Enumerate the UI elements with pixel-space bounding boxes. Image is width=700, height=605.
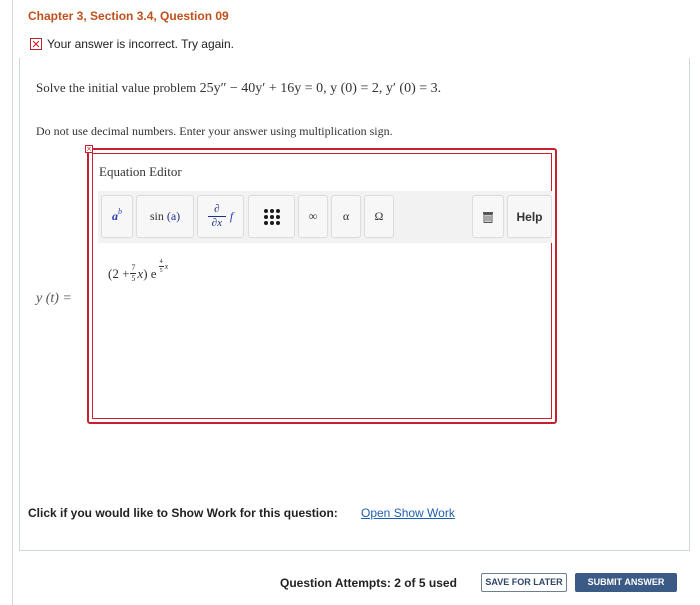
equation-editor-body: Equation Editor ab sin (a) ∂ ∂x f ∞ α Ω … bbox=[92, 153, 552, 419]
incorrect-icon: ✕ bbox=[30, 38, 42, 51]
equation-editor-title: Equation Editor bbox=[99, 164, 182, 179]
answer-frac1-num: 7 bbox=[131, 263, 136, 272]
editor-close-icon[interactable]: × bbox=[85, 145, 93, 153]
equation-toolbar: ab sin (a) ∂ ∂x f ∞ α Ω Help bbox=[98, 191, 552, 243]
omega-button[interactable]: Ω bbox=[364, 195, 394, 238]
superscript-exp: b bbox=[118, 207, 122, 216]
answer-label: y (t) = bbox=[36, 291, 72, 306]
answer-frac1-den: 5 bbox=[131, 274, 136, 283]
page-title: Chapter 3, Section 3.4, Question 09 bbox=[28, 9, 229, 23]
answer-frac1: 7 5 bbox=[130, 263, 137, 283]
feedback-message: Your answer is incorrect. Try again. bbox=[47, 37, 234, 51]
derivative-num: ∂ bbox=[214, 203, 220, 215]
sin-arg: (a) bbox=[166, 209, 181, 223]
show-work-prompt: Click if you would like to Show Work for… bbox=[28, 506, 338, 520]
submit-answer-button[interactable]: SUBMIT ANSWER bbox=[575, 573, 677, 592]
answer-expr-close: ) e bbox=[143, 265, 157, 281]
matrix-icon bbox=[263, 208, 280, 225]
alpha-symbol: α bbox=[342, 209, 350, 223]
save-for-later-button[interactable]: SAVE FOR LATER bbox=[481, 573, 567, 592]
superscript-button[interactable]: ab bbox=[101, 195, 133, 238]
question-instruction: Do not use decimal numbers. Enter your a… bbox=[36, 124, 393, 138]
derivative-button[interactable]: ∂ ∂x f bbox=[197, 195, 244, 238]
sin-label: sin bbox=[149, 209, 164, 223]
trash-icon bbox=[483, 211, 493, 223]
derivative-fraction: ∂ ∂x bbox=[207, 203, 226, 229]
answer-exp-num: 4 bbox=[159, 259, 163, 265]
matrix-button[interactable] bbox=[248, 195, 295, 238]
derivative-f: f bbox=[229, 209, 234, 223]
trash-button[interactable] bbox=[472, 195, 504, 238]
question-equation: 25y″ − 40y′ + 16y = 0, y (0) = 2, y′ (0)… bbox=[199, 81, 442, 96]
answer-exp-bar bbox=[158, 266, 164, 267]
derivative-den: ∂x bbox=[211, 217, 222, 229]
equation-editor: Equation Editor ab sin (a) ∂ ∂x f ∞ α Ω … bbox=[87, 148, 557, 424]
sin-function-button[interactable]: sin (a) bbox=[136, 195, 194, 238]
feedback-status: ✕ Your answer is incorrect. Try again. bbox=[30, 37, 234, 51]
left-divider bbox=[12, 0, 13, 605]
open-show-work-link[interactable]: Open Show Work bbox=[361, 506, 455, 520]
answer-exponent: 4 5 x bbox=[158, 259, 169, 274]
alpha-button[interactable]: α bbox=[331, 195, 361, 238]
infinity-button[interactable]: ∞ bbox=[298, 195, 328, 238]
question-prefix: Solve the initial value problem bbox=[36, 80, 200, 95]
omega-symbol: Ω bbox=[374, 209, 384, 223]
answer-exp-den: 5 bbox=[159, 268, 163, 274]
answer-exp-frac: 4 5 bbox=[158, 259, 164, 274]
answer-exp-var: x bbox=[164, 262, 169, 271]
question-text: Solve the initial value problem 25y″ − 4… bbox=[36, 80, 441, 97]
help-button[interactable]: Help bbox=[507, 195, 552, 238]
question-attempts: Question Attempts: 2 of 5 used bbox=[280, 576, 457, 590]
answer-input[interactable]: (2 + 7 5 x ) e 4 5 x bbox=[108, 259, 168, 283]
answer-expr-open: (2 + bbox=[108, 265, 130, 281]
infinity-symbol: ∞ bbox=[308, 209, 318, 223]
